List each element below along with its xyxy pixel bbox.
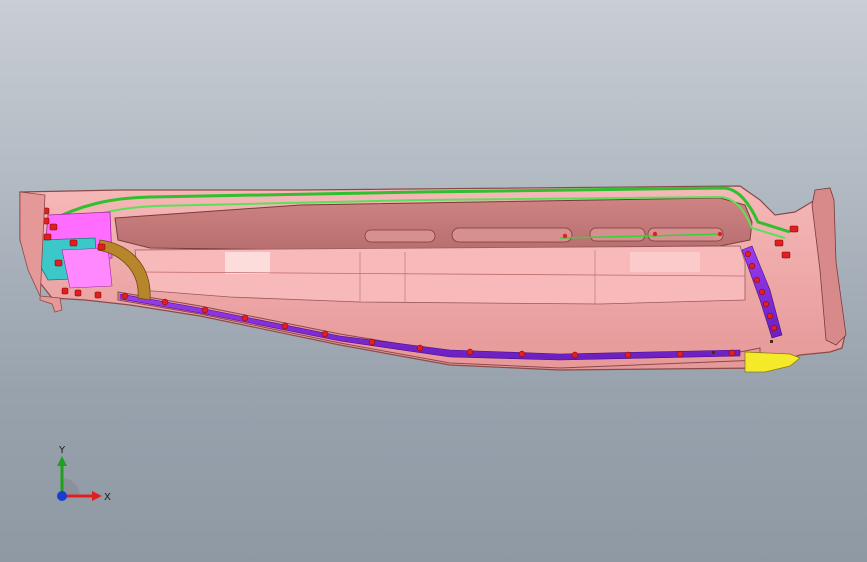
- yellow-end-cap[interactable]: [744, 351, 801, 373]
- coordinate-triad-icon: Y X: [57, 445, 111, 503]
- pocket[interactable]: [451, 227, 573, 243]
- y-axis-label: Y: [58, 445, 66, 456]
- pocket[interactable]: [589, 227, 646, 242]
- magenta-inner[interactable]: [61, 247, 113, 289]
- x-axis-label: X: [104, 492, 111, 503]
- highlight-strip: [630, 252, 700, 272]
- highlight-strip: [225, 252, 270, 274]
- pocket[interactable]: [364, 229, 436, 243]
- z-axis-dot-icon: [57, 491, 67, 501]
- graphics-viewport[interactable]: Y X: [0, 0, 867, 562]
- x-axis-arrow-icon: [92, 491, 102, 501]
- headlamp-assembly-model[interactable]: [0, 0, 867, 562]
- y-axis-arrow-icon: [57, 456, 67, 466]
